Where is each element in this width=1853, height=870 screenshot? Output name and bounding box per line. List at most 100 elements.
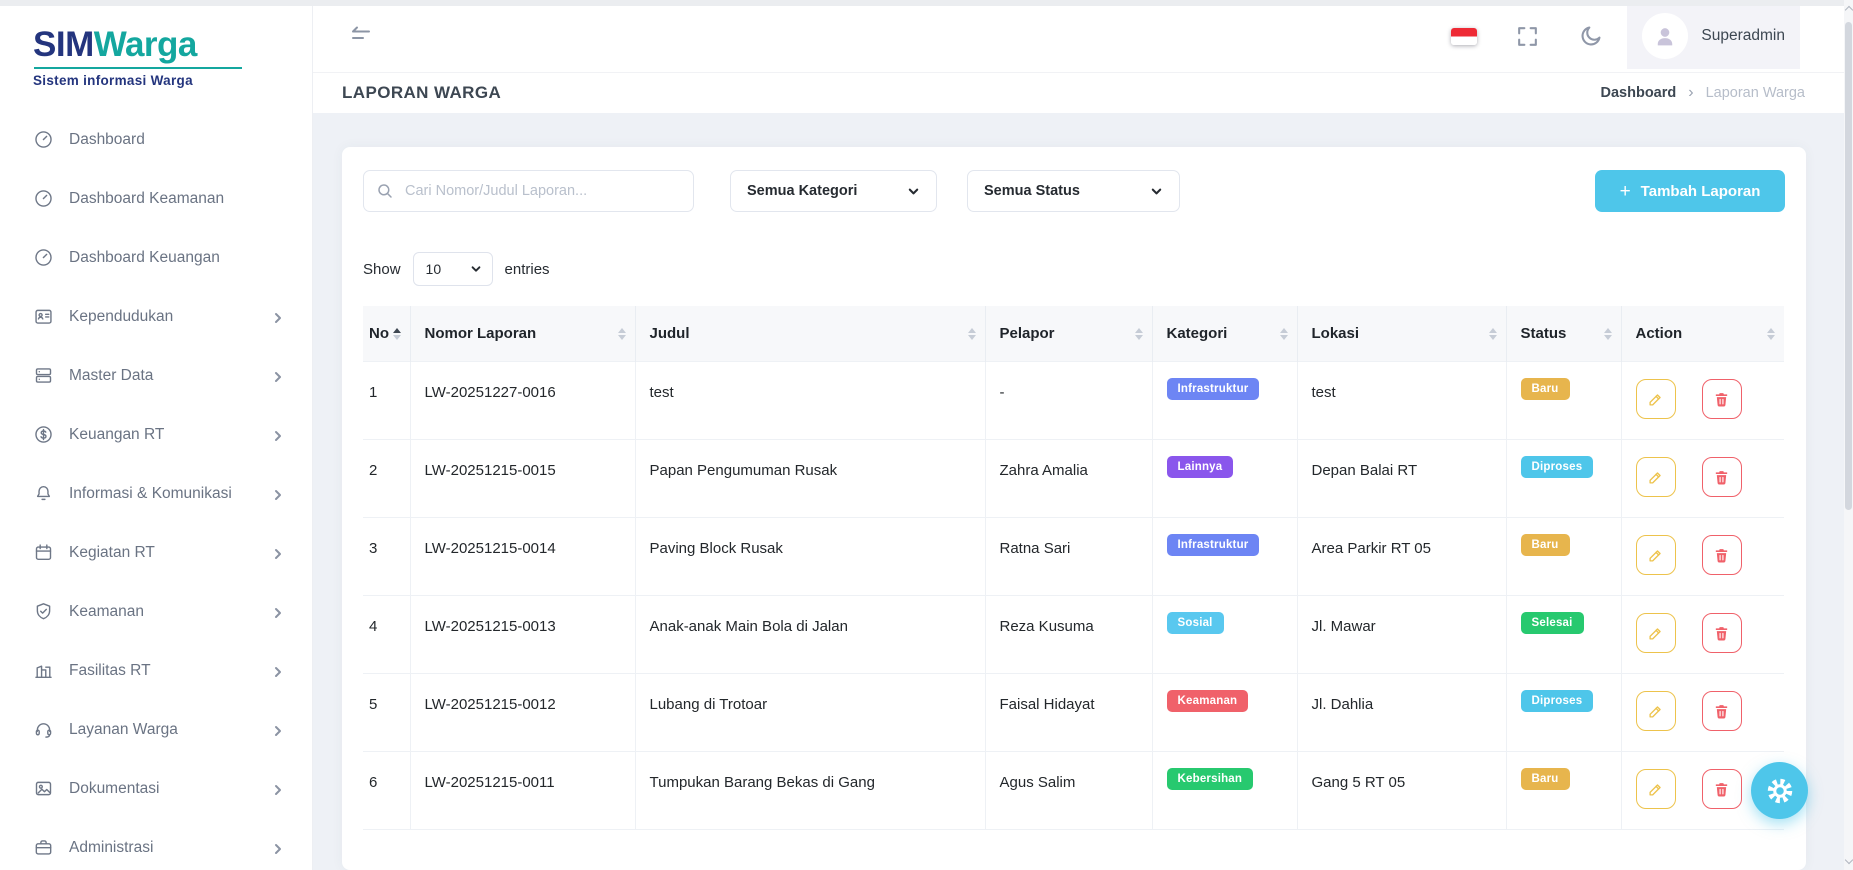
edit-button[interactable]: [1636, 691, 1676, 731]
row-number: 2: [363, 440, 410, 518]
column-label: Pelapor: [1000, 325, 1055, 342]
sort-arrows-icon: [1767, 328, 1775, 340]
brand-tagline: Sistem informasi Warga: [33, 73, 312, 88]
tambah-laporan-button[interactable]: + Tambah Laporan: [1595, 170, 1785, 212]
kategori-cell: Keamanan: [1152, 674, 1297, 752]
status-filter-select[interactable]: Semua Status: [967, 170, 1180, 212]
column-label: Judul: [650, 325, 690, 342]
topbar: Superadmin: [313, 0, 1853, 72]
avatar: [1642, 13, 1688, 59]
id-card-icon: [33, 306, 54, 327]
status-filter-value: Semua Status: [984, 183, 1080, 199]
column-header-nomor-laporan[interactable]: Nomor Laporan: [410, 306, 635, 362]
sidebar-item-keamanan[interactable]: Keamanan: [0, 582, 312, 641]
table-row: 3LW-20251215-0014Paving Block RusakRatna…: [363, 518, 1784, 596]
edit-button[interactable]: [1636, 613, 1676, 653]
briefcase-icon: [33, 837, 54, 858]
brand-logo[interactable]: SIMWarga Sistem informasi Warga: [0, 14, 312, 102]
status-badge: Baru: [1521, 534, 1570, 556]
search-input[interactable]: [363, 170, 694, 212]
judul: Papan Pengumuman Rusak: [635, 440, 985, 518]
laporan-table: NoNomor Laporan Judul Pelapor KategoriLokas…: [363, 306, 1784, 830]
sidebar-item-dashboard-keamanan[interactable]: Dashboard Keamanan: [0, 169, 312, 228]
column-header-kategori[interactable]: Kategori: [1152, 306, 1297, 362]
sidebar-item-label: Keamanan: [69, 603, 268, 621]
language-flag-button[interactable]: [1451, 28, 1477, 45]
sidebar-item-dashboard-keuangan[interactable]: Dashboard Keuangan: [0, 228, 312, 287]
category-filter-select[interactable]: Semua Kategori: [730, 170, 937, 212]
sidebar-item-dashboard[interactable]: Dashboard: [0, 110, 312, 169]
delete-button[interactable]: [1702, 613, 1742, 653]
sidebar-toggle-icon[interactable]: [348, 23, 374, 49]
column-header-no[interactable]: No: [363, 306, 410, 362]
sidebar-item-keuangan-rt[interactable]: Keuangan RT: [0, 405, 312, 464]
row-number: 6: [363, 752, 410, 830]
breadcrumb-dashboard-link[interactable]: Dashboard: [1601, 85, 1677, 101]
column-header-status[interactable]: Status: [1506, 306, 1621, 362]
column-header-lokasi[interactable]: Lokasi: [1297, 306, 1506, 362]
delete-button[interactable]: [1702, 691, 1742, 731]
page-scrollbar[interactable]: [1844, 0, 1853, 870]
category-filter-value: Semua Kategori: [747, 183, 857, 199]
scrollbar-thumb[interactable]: [1845, 22, 1852, 510]
lokasi-cell: Jl. Dahlia: [1297, 674, 1506, 752]
sidebar-item-dokumentasi[interactable]: Dokumentasi: [0, 759, 312, 818]
pelapor: -: [985, 362, 1152, 440]
delete-button[interactable]: [1702, 457, 1742, 497]
sort-arrows-icon: [1280, 328, 1288, 340]
trash-icon: [1713, 625, 1730, 642]
kategori-badge: Lainnya: [1167, 456, 1234, 478]
page-size-select[interactable]: 10: [413, 252, 493, 286]
plus-icon: +: [1620, 182, 1631, 201]
fullscreen-button[interactable]: [1515, 24, 1540, 49]
delete-button[interactable]: [1702, 769, 1742, 809]
settings-fab[interactable]: [1751, 762, 1808, 819]
trash-icon: [1713, 469, 1730, 486]
scrollbar-down-arrow[interactable]: [1844, 856, 1852, 864]
edit-button[interactable]: [1636, 379, 1676, 419]
chevron-right-icon: [272, 488, 284, 500]
column-label: Action: [1636, 325, 1683, 342]
pelapor: Reza Kusuma: [985, 596, 1152, 674]
lokasi-cell: Area Parkir RT 05: [1297, 518, 1506, 596]
breadcrumb-separator: ›: [1688, 84, 1693, 102]
delete-button[interactable]: [1702, 379, 1742, 419]
sidebar-item-kependudukan[interactable]: Kependudukan: [0, 287, 312, 346]
user-menu[interactable]: Superadmin: [1627, 3, 1800, 69]
dark-mode-button[interactable]: [1578, 24, 1603, 49]
nomor-laporan: LW-20251215-0013: [410, 596, 635, 674]
sidebar-item-label: Dashboard Keuangan: [69, 249, 284, 267]
sidebar-item-layanan-warga[interactable]: Layanan Warga: [0, 700, 312, 759]
breadcrumb-current: Laporan Warga: [1706, 85, 1805, 101]
sidebar-item-administrasi[interactable]: Administrasi: [0, 818, 312, 870]
sidebar-item-kegiatan-rt[interactable]: Kegiatan RT: [0, 523, 312, 582]
kategori-badge: Infrastruktur: [1167, 534, 1260, 556]
lokasi-cell: Gang 5 RT 05: [1297, 752, 1506, 830]
scrollbar-up-arrow[interactable]: [1844, 6, 1852, 14]
chevron-right-icon: [272, 370, 284, 382]
status-cell: Baru: [1506, 752, 1621, 830]
row-number: 3: [363, 518, 410, 596]
edit-button[interactable]: [1636, 535, 1676, 575]
sidebar-item-master-data[interactable]: Master Data: [0, 346, 312, 405]
table-row: 6LW-20251215-0011Tumpukan Barang Bekas d…: [363, 752, 1784, 830]
action-cell: [1621, 674, 1784, 752]
brand-underline: [34, 67, 242, 69]
sidebar-item-informasi-komunikasi[interactable]: Informasi & Komunikasi: [0, 464, 312, 523]
edit-button[interactable]: [1636, 457, 1676, 497]
delete-button[interactable]: [1702, 535, 1742, 575]
sidebar-item-fasilitas-rt[interactable]: Fasilitas RT: [0, 641, 312, 700]
chevron-right-icon: [272, 547, 284, 559]
edit-button[interactable]: [1636, 769, 1676, 809]
page-size-value: 10: [426, 261, 442, 277]
user-icon: [1651, 22, 1679, 50]
main-area: Superadmin LAPORAN WARGA Dashboard › Lap…: [313, 0, 1853, 870]
table-row: 1LW-20251227-0016test-InfrastrukturtestB…: [363, 362, 1784, 440]
lokasi-cell: test: [1297, 362, 1506, 440]
column-header-action[interactable]: Action: [1621, 306, 1784, 362]
sort-arrows-icon: [618, 328, 626, 340]
column-header-judul[interactable]: Judul: [635, 306, 985, 362]
chevron-down-icon: [1150, 185, 1163, 198]
column-header-pelapor[interactable]: Pelapor: [985, 306, 1152, 362]
table-row: 4LW-20251215-0013Anak-anak Main Bola di …: [363, 596, 1784, 674]
